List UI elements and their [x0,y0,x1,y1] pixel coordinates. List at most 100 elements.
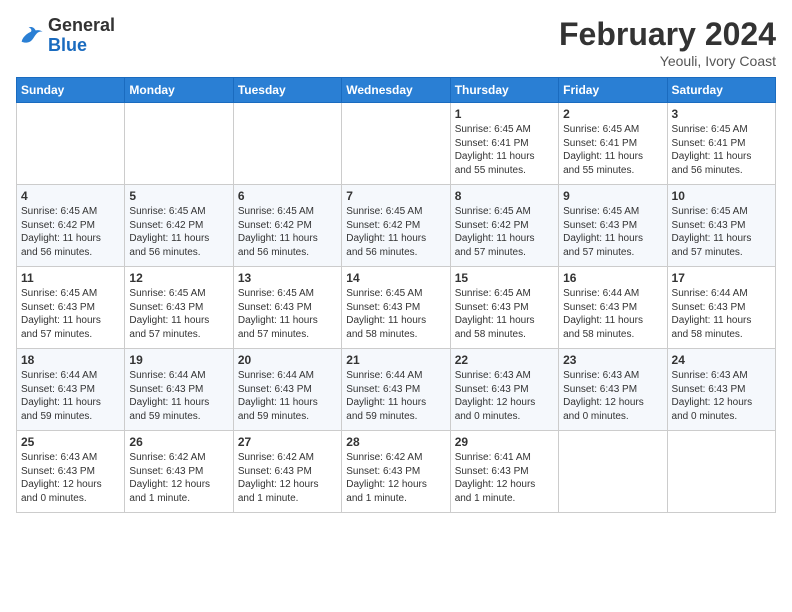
day-number: 8 [455,189,554,203]
day-number: 1 [455,107,554,121]
day-number: 4 [21,189,120,203]
calendar-cell: 10 Sunrise: 6:45 AMSunset: 6:43 PMDayligh… [667,185,775,267]
weekday-header-monday: Monday [125,78,233,103]
calendar-cell: 4 Sunrise: 6:45 AMSunset: 6:42 PMDaylight… [17,185,125,267]
cell-content: Sunrise: 6:44 AMSunset: 6:43 PMDaylight:… [238,369,337,423]
cell-content: Sunrise: 6:42 AMSunset: 6:43 PMDaylight:… [129,451,228,505]
cell-content: Sunrise: 6:45 AMSunset: 6:43 PMDaylight:… [455,287,554,341]
cell-content: Sunrise: 6:43 AMSunset: 6:43 PMDaylight:… [563,369,662,423]
calendar-cell [559,431,667,513]
calendar-cell: 25 Sunrise: 6:43 AMSunset: 6:43 PMDayligh… [17,431,125,513]
day-number: 16 [563,271,662,285]
day-number: 15 [455,271,554,285]
calendar-cell: 28 Sunrise: 6:42 AMSunset: 6:43 PMDayligh… [342,431,450,513]
cell-content: Sunrise: 6:45 AMSunset: 6:41 PMDaylight:… [563,123,662,177]
day-number: 19 [129,353,228,367]
cell-content: Sunrise: 6:45 AMSunset: 6:43 PMDaylight:… [672,205,771,259]
calendar-cell: 26 Sunrise: 6:42 AMSunset: 6:43 PMDayligh… [125,431,233,513]
calendar-cell: 20 Sunrise: 6:44 AMSunset: 6:43 PMDayligh… [233,349,341,431]
day-number: 24 [672,353,771,367]
cell-content: Sunrise: 6:45 AMSunset: 6:41 PMDaylight:… [672,123,771,177]
calendar-cell: 19 Sunrise: 6:44 AMSunset: 6:43 PMDayligh… [125,349,233,431]
day-number: 12 [129,271,228,285]
calendar-cell [342,103,450,185]
calendar-cell: 13 Sunrise: 6:45 AMSunset: 6:43 PMDayligh… [233,267,341,349]
logo: General Blue [16,16,115,56]
calendar-cell: 8 Sunrise: 6:45 AMSunset: 6:42 PMDaylight… [450,185,558,267]
month-year-title: February 2024 [559,16,776,53]
cell-content: Sunrise: 6:44 AMSunset: 6:43 PMDaylight:… [563,287,662,341]
calendar-cell: 14 Sunrise: 6:45 AMSunset: 6:43 PMDayligh… [342,267,450,349]
calendar-table: SundayMondayTuesdayWednesdayThursdayFrid… [16,77,776,513]
calendar-cell: 29 Sunrise: 6:41 AMSunset: 6:43 PMDayligh… [450,431,558,513]
cell-content: Sunrise: 6:45 AMSunset: 6:43 PMDaylight:… [238,287,337,341]
day-number: 22 [455,353,554,367]
cell-content: Sunrise: 6:42 AMSunset: 6:43 PMDaylight:… [346,451,445,505]
logo-text: General Blue [48,16,115,56]
day-number: 21 [346,353,445,367]
calendar-cell: 1 Sunrise: 6:45 AMSunset: 6:41 PMDaylight… [450,103,558,185]
weekday-header-saturday: Saturday [667,78,775,103]
logo-icon [16,22,44,50]
day-number: 10 [672,189,771,203]
calendar-cell: 3 Sunrise: 6:45 AMSunset: 6:41 PMDaylight… [667,103,775,185]
cell-content: Sunrise: 6:45 AMSunset: 6:43 PMDaylight:… [346,287,445,341]
calendar-cell: 24 Sunrise: 6:43 AMSunset: 6:43 PMDayligh… [667,349,775,431]
cell-content: Sunrise: 6:45 AMSunset: 6:42 PMDaylight:… [455,205,554,259]
day-number: 18 [21,353,120,367]
calendar-cell [125,103,233,185]
day-number: 9 [563,189,662,203]
header: General Blue February 2024 Yeouli, Ivory… [16,16,776,69]
calendar-cell: 12 Sunrise: 6:45 AMSunset: 6:43 PMDayligh… [125,267,233,349]
cell-content: Sunrise: 6:44 AMSunset: 6:43 PMDaylight:… [21,369,120,423]
calendar-cell: 15 Sunrise: 6:45 AMSunset: 6:43 PMDayligh… [450,267,558,349]
calendar-cell: 23 Sunrise: 6:43 AMSunset: 6:43 PMDayligh… [559,349,667,431]
title-area: February 2024 Yeouli, Ivory Coast [559,16,776,69]
calendar-cell: 22 Sunrise: 6:43 AMSunset: 6:43 PMDayligh… [450,349,558,431]
day-number: 26 [129,435,228,449]
cell-content: Sunrise: 6:44 AMSunset: 6:43 PMDaylight:… [346,369,445,423]
weekday-header-thursday: Thursday [450,78,558,103]
weekday-header-wednesday: Wednesday [342,78,450,103]
cell-content: Sunrise: 6:45 AMSunset: 6:42 PMDaylight:… [129,205,228,259]
day-number: 17 [672,271,771,285]
day-number: 5 [129,189,228,203]
calendar-cell: 7Sunrise: 6:45 AMSunset: 6:42 PMDaylight… [342,185,450,267]
cell-content: Sunrise: 6:43 AMSunset: 6:43 PMDaylight:… [455,369,554,423]
calendar-cell: 11 Sunrise: 6:45 AMSunset: 6:43 PMDayligh… [17,267,125,349]
cell-content: Sunrise: 6:42 AMSunset: 6:43 PMDaylight:… [238,451,337,505]
day-number: 20 [238,353,337,367]
day-number: 27 [238,435,337,449]
day-number: 3 [672,107,771,121]
calendar-cell [233,103,341,185]
day-number: 11 [21,271,120,285]
cell-content: Sunrise: 6:45 AMSunset: 6:42 PMDaylight:… [21,205,120,259]
cell-content: Sunrise: 6:45 AMSunset: 6:42 PMDaylight:… [346,205,445,259]
calendar-cell [667,431,775,513]
calendar-cell: 6Sunrise: 6:45 AMSunset: 6:42 PMDaylight… [233,185,341,267]
day-number: 28 [346,435,445,449]
cell-content: Sunrise: 6:45 AMSunset: 6:43 PMDaylight:… [129,287,228,341]
calendar-cell: 2Sunrise: 6:45 AMSunset: 6:41 PMDaylight… [559,103,667,185]
cell-content: Sunrise: 6:44 AMSunset: 6:43 PMDaylight:… [672,287,771,341]
cell-content: Sunrise: 6:43 AMSunset: 6:43 PMDaylight:… [21,451,120,505]
calendar-cell: 27 Sunrise: 6:42 AMSunset: 6:43 PMDayligh… [233,431,341,513]
cell-content: Sunrise: 6:41 AMSunset: 6:43 PMDaylight:… [455,451,554,505]
day-number: 23 [563,353,662,367]
cell-content: Sunrise: 6:45 AMSunset: 6:43 PMDaylight:… [21,287,120,341]
weekday-header-friday: Friday [559,78,667,103]
cell-content: Sunrise: 6:43 AMSunset: 6:43 PMDaylight:… [672,369,771,423]
day-number: 25 [21,435,120,449]
day-number: 13 [238,271,337,285]
cell-content: Sunrise: 6:45 AMSunset: 6:43 PMDaylight:… [563,205,662,259]
day-number: 29 [455,435,554,449]
day-number: 14 [346,271,445,285]
weekday-header-tuesday: Tuesday [233,78,341,103]
calendar-cell: 16 Sunrise: 6:44 AMSunset: 6:43 PMDayligh… [559,267,667,349]
cell-content: Sunrise: 6:45 AMSunset: 6:41 PMDaylight:… [455,123,554,177]
calendar-cell: 9 Sunrise: 6:45 AMSunset: 6:43 PMDaylight… [559,185,667,267]
cell-content: Sunrise: 6:44 AMSunset: 6:43 PMDaylight:… [129,369,228,423]
calendar-cell: 17 Sunrise: 6:44 AMSunset: 6:43 PMDayligh… [667,267,775,349]
calendar-cell: 18 Sunrise: 6:44 AMSunset: 6:43 PMDayligh… [17,349,125,431]
location-subtitle: Yeouli, Ivory Coast [559,53,776,69]
